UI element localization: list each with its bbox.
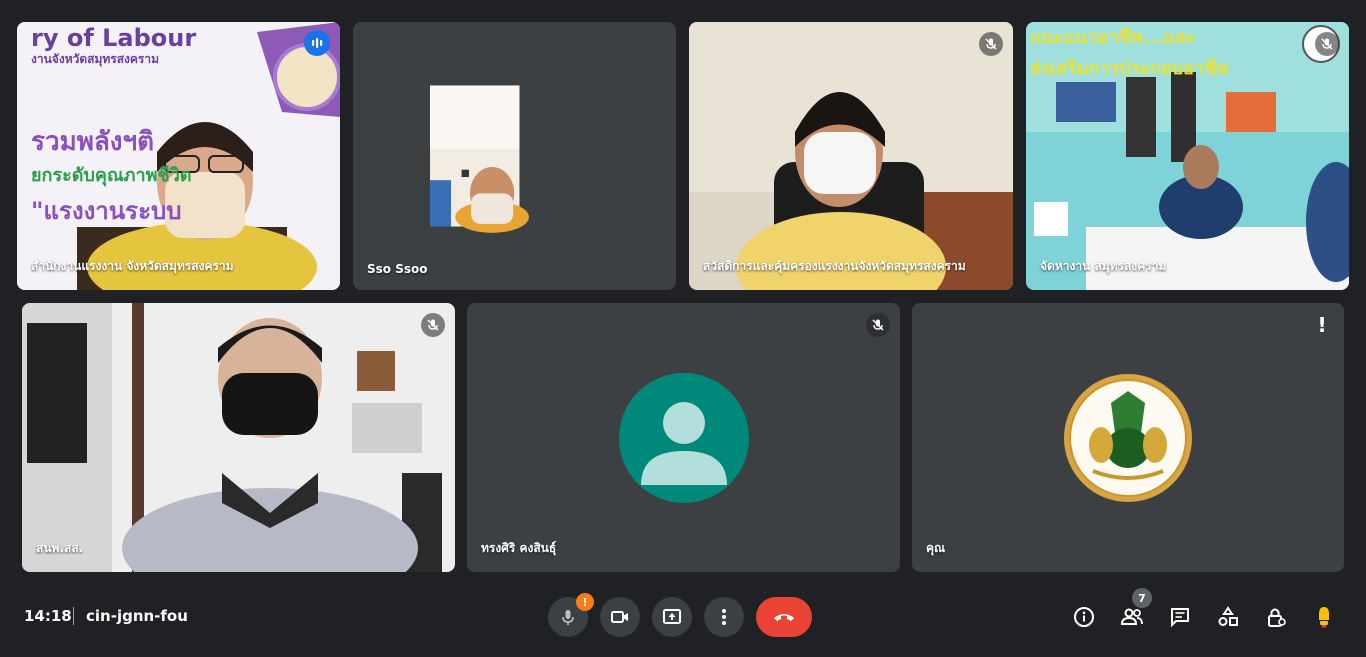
banner-text: แนะแนวอาชีพ...และ ส่งเสริมการประกอบอาชีพ bbox=[1030, 22, 1228, 82]
camera-button[interactable] bbox=[600, 597, 640, 637]
participant-tile-6[interactable]: ทรงศิริ คงสินธุ์ bbox=[467, 303, 900, 572]
raise-hand-button[interactable] bbox=[1308, 601, 1340, 633]
participant-name: สนพ.สส. bbox=[36, 541, 84, 555]
participant-tile-self[interactable]: ! คุณ bbox=[912, 303, 1344, 572]
people-icon bbox=[1120, 608, 1143, 625]
participant-tile-4[interactable]: แนะแนวอาชีพ...และ ส่งเสริมการประกอบอาชีพ… bbox=[1026, 22, 1349, 290]
people-button[interactable]: 7 bbox=[1116, 588, 1152, 633]
participant-video bbox=[689, 22, 1013, 290]
participant-name: ทรงศิริ คงสินธุ์ bbox=[481, 541, 557, 555]
mic-alert-badge: ! bbox=[576, 593, 594, 611]
participant-tile-2[interactable]: Sso Ssoo bbox=[353, 22, 676, 290]
end-call-button[interactable] bbox=[756, 597, 812, 637]
banner-line: ยกระดับคุณภาพชีวิต bbox=[31, 165, 192, 186]
chat-button[interactable] bbox=[1164, 601, 1196, 633]
warning-icon: ! bbox=[1317, 313, 1327, 337]
mic-off-icon bbox=[1315, 32, 1339, 56]
banner-line: ส่งเสริมการประกอบอาชีพ bbox=[1030, 58, 1229, 79]
present-icon bbox=[663, 609, 681, 624]
participant-name: คุณ bbox=[926, 541, 946, 555]
participant-name: สวัสดิการและคุ้มครองแรงงานจังหวัดสมุทรสง… bbox=[703, 259, 966, 273]
participant-name: จัดหางาน สมุทรสงคราม bbox=[1040, 259, 1167, 273]
participant-video bbox=[430, 85, 529, 233]
present-button[interactable] bbox=[652, 597, 692, 637]
more-options-button[interactable] bbox=[704, 597, 744, 637]
participant-name: สำนักงานแรงงาน จังหวัดสมุทรสงคราม bbox=[31, 259, 234, 273]
participant-tile-1[interactable]: ry of Labour งานจังหวัดสมุทรสงคราม รวมพล… bbox=[17, 22, 340, 290]
participant-tile-3[interactable]: สวัสดิการและคุ้มครองแรงงานจังหวัดสมุทรสง… bbox=[689, 22, 1013, 290]
more-icon bbox=[722, 609, 726, 625]
activities-button[interactable] bbox=[1212, 601, 1244, 633]
banner-line: ry of Labour bbox=[31, 24, 197, 52]
participant-name: Sso Ssoo bbox=[367, 262, 428, 276]
banner-text: ry of Labour งานจังหวัดสมุทรสงคราม รวมพล… bbox=[31, 24, 196, 230]
end-call-icon bbox=[774, 614, 794, 621]
mic-off-icon bbox=[866, 313, 890, 337]
host-controls-button[interactable] bbox=[1260, 601, 1292, 633]
mic-off-icon bbox=[562, 610, 574, 625]
avatar bbox=[619, 373, 749, 503]
mic-button[interactable]: ! bbox=[548, 593, 594, 637]
raise-hand-icon bbox=[1319, 607, 1329, 628]
divider bbox=[73, 607, 74, 625]
banner-line: แนะแนวอาชีพ...และ bbox=[1030, 27, 1196, 48]
chat-icon bbox=[1171, 608, 1189, 628]
info-icon bbox=[1074, 607, 1094, 627]
videocam-icon bbox=[611, 611, 628, 623]
mic-off-icon bbox=[979, 32, 1003, 56]
lock-person-icon bbox=[1268, 608, 1286, 627]
bottom-bar: 14:18 cin-jgnn-fou ! 7 bbox=[0, 585, 1366, 657]
meeting-code: cin-jgnn-fou bbox=[86, 607, 188, 625]
meeting-time: 14:18 bbox=[24, 607, 72, 625]
activities-icon bbox=[1218, 606, 1238, 626]
participant-tile-5[interactable]: สนพ.สส. bbox=[22, 303, 455, 572]
participant-count-badge: 7 bbox=[1132, 588, 1152, 608]
banner-line: งานจังหวัดสมุทรสงคราม bbox=[31, 52, 160, 66]
banner-line: รวมพลังฯติ bbox=[31, 127, 154, 157]
meeting-details-button[interactable] bbox=[1068, 601, 1100, 633]
participant-video bbox=[22, 303, 455, 572]
banner-line: "แรงงานระบบ bbox=[31, 197, 182, 225]
emblem-avatar bbox=[1064, 374, 1192, 502]
mic-off-icon bbox=[421, 313, 445, 337]
speaking-indicator-icon bbox=[304, 30, 330, 56]
